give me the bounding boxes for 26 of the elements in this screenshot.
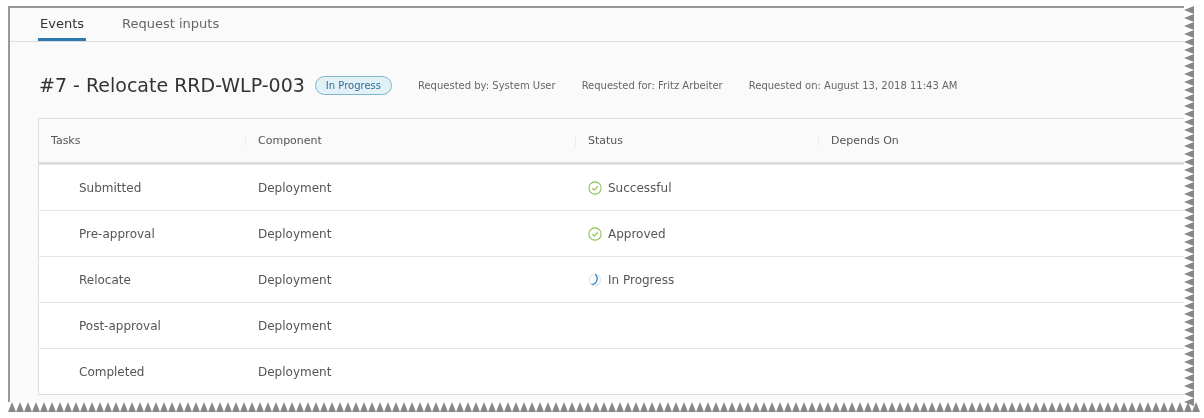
status-text: Successful xyxy=(608,180,672,195)
table-cell-text: Deployment xyxy=(257,226,333,241)
request-meta: Requested on: August 13, 2018 11:43 AM xyxy=(748,79,958,91)
table-cell-text: Deployment xyxy=(257,318,333,333)
table-cell-text: Post-approval xyxy=(78,318,162,333)
table-cell-text: Deployment xyxy=(257,272,333,287)
status-text: In Progress xyxy=(608,272,675,287)
table-cell-text: Submitted xyxy=(78,180,143,195)
table-cell-text: Deployment xyxy=(257,180,333,195)
check-circle-icon xyxy=(588,180,602,195)
column-header: Component xyxy=(246,134,576,147)
tab[interactable]: Events xyxy=(38,16,86,41)
column-header: Status xyxy=(576,134,819,147)
tab[interactable]: Request inputs xyxy=(120,16,222,41)
status-badge: In Progress xyxy=(314,75,392,95)
check-circle-icon xyxy=(588,226,602,241)
table-cell-text: Deployment xyxy=(257,364,333,379)
spinner-icon xyxy=(588,272,602,287)
request-meta: Requested for: Fritz Arbeiter xyxy=(581,79,723,91)
request-title: #7 - Relocate RRD-WLP-003 xyxy=(39,74,305,96)
status-text: Approved xyxy=(608,226,666,241)
table-cell-text: Pre-approval xyxy=(78,226,156,241)
table-cell-text: Completed xyxy=(78,364,146,379)
table-cell-text: Relocate xyxy=(78,272,132,287)
request-meta: Requested by: System User xyxy=(417,79,556,91)
column-header: Tasks xyxy=(39,134,246,147)
